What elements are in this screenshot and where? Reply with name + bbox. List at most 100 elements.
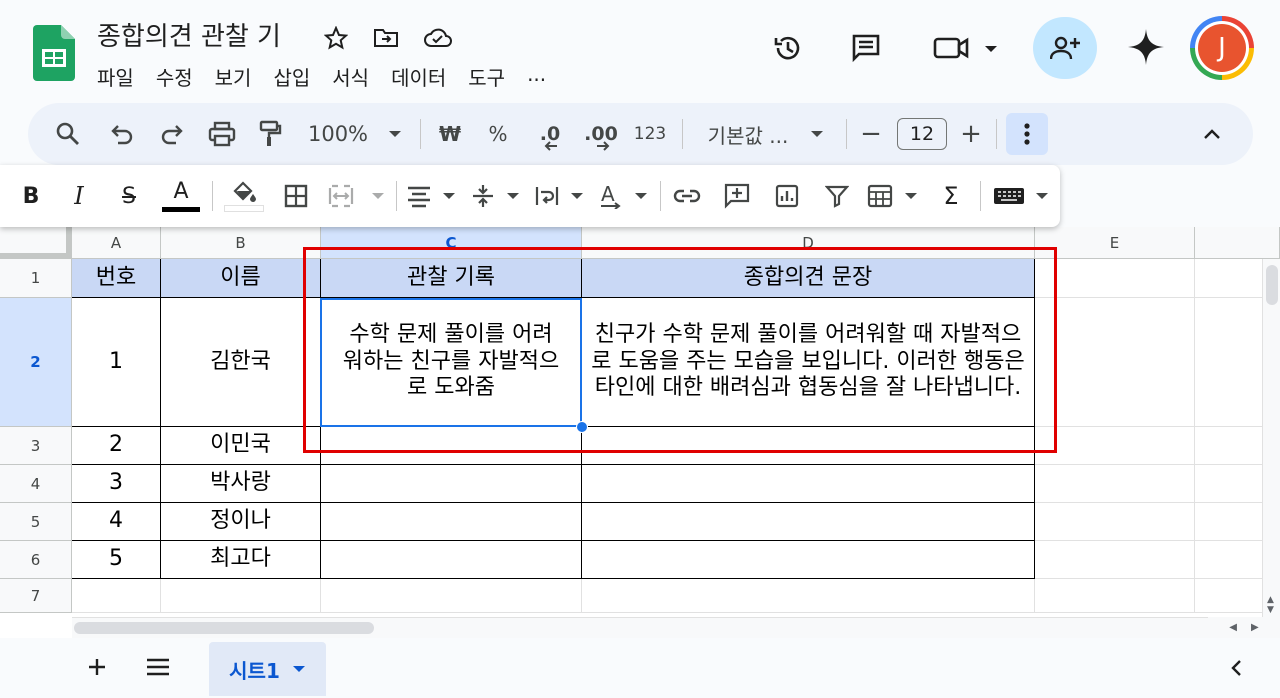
cell-e2[interactable] [1035,298,1195,427]
cell-b5[interactable]: 정이나 [161,503,321,541]
star-icon[interactable] [322,24,350,52]
collapse-toolbar-icon[interactable] [1196,103,1228,165]
cell-d3[interactable] [582,427,1035,465]
sheet-tab-active[interactable]: 시트1 [209,642,326,696]
cell-e3[interactable] [1035,427,1195,465]
cell-d4[interactable] [582,465,1035,503]
cell-e7[interactable] [1035,579,1195,613]
move-folder-icon[interactable] [372,24,400,52]
all-sheets-menu-icon[interactable] [142,652,174,682]
sheets-logo-icon[interactable] [33,25,75,81]
cell-b3[interactable]: 이민국 [161,427,321,465]
bold-button[interactable]: B [14,165,48,227]
row-header-3[interactable]: 3 [0,427,72,465]
column-header-b[interactable]: B [161,227,321,259]
zoom-select[interactable]: 100% [300,103,410,165]
input-tools-keyboard-icon[interactable] [990,165,1054,227]
filter-views-icon[interactable] [866,165,922,227]
vertical-scroll-thumb[interactable] [1266,265,1278,305]
cell-e1[interactable] [1035,259,1195,298]
horizontal-scrollbar[interactable] [72,617,1208,638]
column-header-a[interactable]: A [72,227,161,259]
cell-c7[interactable] [321,579,582,613]
scroll-left-arrow-icon[interactable]: ◀ [1229,622,1237,633]
fill-handle[interactable] [576,421,588,433]
more-formats-button[interactable]: 123 [630,103,670,165]
insert-comment-icon[interactable] [718,165,756,227]
cell-a2[interactable]: 1 [72,298,161,427]
search-menus-icon[interactable] [46,103,90,165]
decrease-decimal-button[interactable]: .0 [528,103,572,165]
version-history-icon[interactable] [768,28,808,68]
cell-d6[interactable] [582,541,1035,579]
row-header-2[interactable]: 2 [0,298,72,427]
row-header-6[interactable]: 6 [0,541,72,579]
strikethrough-button[interactable]: S [112,165,146,227]
filter-icon[interactable] [818,165,856,227]
column-header-f[interactable] [1195,227,1280,259]
document-title[interactable]: 종합의견 관찰 기 [97,16,281,53]
merge-cells-icon[interactable] [326,165,390,227]
cell-d1[interactable]: 종합의견 문장 [582,259,1035,298]
cloud-saved-icon[interactable] [423,24,453,52]
cell-c2[interactable]: 수학 문제 풀이를 어려워하는 친구를 자발적으로 도와줌 [321,298,582,427]
cell-c4[interactable] [321,465,582,503]
font-size-input[interactable]: 12 [896,103,948,165]
gemini-sparkle-icon[interactable] [1125,26,1167,68]
menu-insert[interactable]: 삽입 [273,62,310,91]
cell-a5[interactable]: 4 [72,503,161,541]
horizontal-align-icon[interactable] [404,165,462,227]
borders-icon[interactable] [278,165,314,227]
font-family-select[interactable]: 기본값 ... [696,103,836,165]
text-color-button[interactable]: A [160,165,202,227]
text-wrapping-icon[interactable] [532,165,590,227]
decrease-font-size-button[interactable]: − [856,103,886,165]
cell-a3[interactable]: 2 [72,427,161,465]
italic-button[interactable]: I [62,165,96,227]
share-button[interactable] [1033,17,1097,79]
cell-e5[interactable] [1035,503,1195,541]
cell-c3[interactable] [321,427,582,465]
undo-icon[interactable] [102,103,142,165]
cell-e6[interactable] [1035,541,1195,579]
cell-e4[interactable] [1035,465,1195,503]
functions-button[interactable]: Σ [932,165,970,227]
cell-d5[interactable] [582,503,1035,541]
cell-d7[interactable] [582,579,1035,613]
cell-b6[interactable]: 최고다 [161,541,321,579]
format-currency-button[interactable]: ₩ [432,103,468,165]
vertical-align-icon[interactable] [468,165,526,227]
explore-collapse-icon[interactable] [1222,654,1250,682]
menu-view[interactable]: 보기 [215,62,252,91]
cell-a1[interactable]: 번호 [72,259,161,298]
row-header-1[interactable]: 1 [0,259,72,298]
cell-a4[interactable]: 3 [72,465,161,503]
print-icon[interactable] [200,103,244,165]
row-header-7[interactable]: 7 [0,579,72,613]
menu-edit[interactable]: 수정 [156,62,193,91]
cell-c5[interactable] [321,503,582,541]
scroll-arrows-icon[interactable]: ▲ ▼ [1267,595,1274,615]
row-header-5[interactable]: 5 [0,503,72,541]
paint-format-icon[interactable] [250,103,290,165]
menu-format[interactable]: 서식 [332,62,369,91]
cell-c1[interactable]: 관찰 기록 [321,259,582,298]
menu-more[interactable]: ... [527,62,546,91]
insert-chart-icon[interactable] [768,165,806,227]
account-avatar[interactable]: J [1190,16,1254,80]
add-sheet-icon[interactable] [82,652,112,682]
more-options-icon[interactable] [1006,113,1048,155]
text-rotation-icon[interactable]: A [596,165,654,227]
comments-icon[interactable] [846,28,886,68]
scroll-right-arrow-icon[interactable]: ▶ [1251,622,1259,633]
fill-color-button[interactable] [222,165,266,227]
column-header-d[interactable]: D [582,227,1035,259]
cell-b1[interactable]: 이름 [161,259,321,298]
cell-d2[interactable]: 친구가 수학 문제 풀이를 어려워할 때 자발적으로 도움을 주는 모습을 보입… [582,298,1035,427]
menu-data[interactable]: 데이터 [391,62,446,91]
column-header-e[interactable]: E [1035,227,1195,259]
insert-link-icon[interactable] [668,165,706,227]
cell-a7[interactable] [72,579,161,613]
menu-file[interactable]: 파일 [97,62,134,91]
cell-a6[interactable]: 5 [72,541,161,579]
